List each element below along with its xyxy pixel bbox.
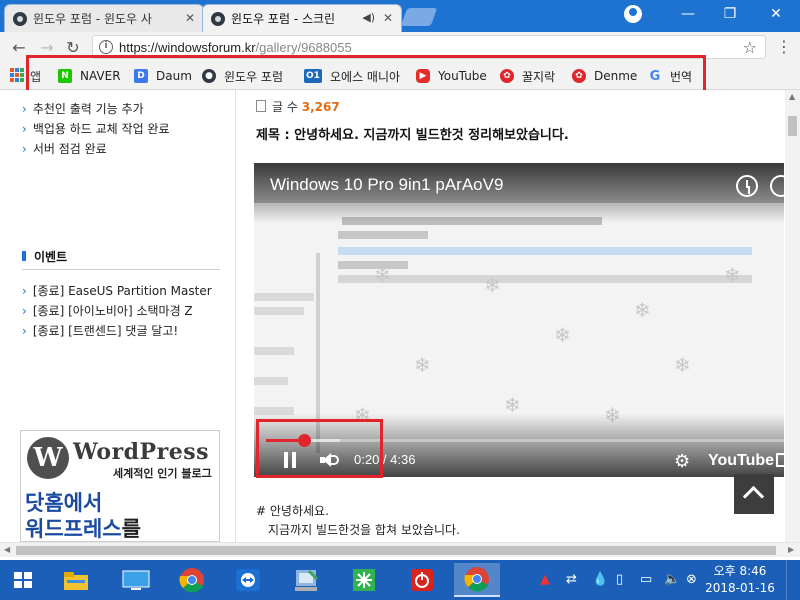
video-controls-highlight-box: [256, 419, 383, 478]
event-link[interactable]: [종료] [아이노비아] 소택마경 Z: [22, 302, 193, 319]
ad-headline-2: 워드프레스를: [25, 513, 141, 541]
document-icon: [256, 100, 266, 112]
windowsforum-favicon-icon: [13, 12, 27, 26]
video-title[interactable]: Windows 10 Pro 9in1 pArAoV9: [270, 175, 503, 195]
sidebar-notice-link[interactable]: 추천인 출력 기능 추가: [22, 100, 144, 117]
ad-headline-2a: 워드프레스: [25, 517, 122, 541]
taskbar: ▲ ⇄ 💧 ▯ ▭ 🔈 ⊗ 오후 8:46 2018-01-16: [0, 560, 800, 600]
event-link[interactable]: [종료] EaseUS Partition Master: [22, 282, 212, 299]
power-icon[interactable]: [402, 563, 442, 597]
teamviewer-icon[interactable]: [228, 563, 268, 597]
maximize-icon[interactable]: ❐: [710, 0, 750, 28]
clock-date: 2018-01-16: [705, 581, 775, 595]
post-count: 글 수 3,267: [256, 98, 340, 115]
youtube-logo[interactable]: YouTube: [708, 452, 774, 470]
show-desktop-button[interactable]: [786, 560, 800, 600]
post-count-label: 글 수: [272, 100, 298, 114]
vertical-scroll-thumb[interactable]: [788, 116, 797, 136]
ad-brand: WordPress: [73, 439, 209, 465]
watch-later-icon[interactable]: [736, 175, 758, 197]
url-host: https://windowsforum.kr: [119, 40, 256, 55]
tab-strip: 윈도우 포럼 - 윈도우 사 ✕ 윈도우 포럼 - 스크린 ◀) ✕ — ❐ ✕: [0, 0, 800, 32]
close-tab-icon[interactable]: ✕: [383, 11, 393, 25]
apps-icon[interactable]: [10, 68, 24, 82]
chrome-active-icon[interactable]: [454, 563, 500, 597]
start-icon[interactable]: [14, 572, 32, 588]
post-body-line: # 안녕하세요.: [256, 504, 329, 518]
close-window-icon[interactable]: ✕: [756, 0, 796, 28]
bookmark-star-icon[interactable]: ☆: [743, 38, 757, 57]
scroll-right-icon[interactable]: ▶: [788, 545, 794, 554]
close-circle-tray-icon[interactable]: ⊗: [686, 572, 697, 587]
sidebar-notice-link[interactable]: 백업용 하드 교체 작업 완료: [22, 120, 170, 137]
divider: [22, 269, 220, 270]
tab-windowsforum-1[interactable]: 윈도우 포럼 - 윈도우 사 ✕: [4, 4, 204, 32]
desktop-icon[interactable]: [116, 563, 156, 597]
info-icon[interactable]: i: [99, 40, 113, 54]
drop-tray-icon[interactable]: 💧: [592, 572, 608, 587]
horizontal-scroll-thumb[interactable]: [16, 546, 776, 555]
chrome-icon[interactable]: [172, 563, 212, 597]
network-tray-icon[interactable]: ⇄: [566, 572, 577, 587]
event-section-title: 이벤트: [22, 248, 67, 265]
wordpress-logo-icon: W: [27, 437, 69, 479]
post-title: 제목 : 안녕하세요. 지금까지 빌드한것 정리해보았습니다.: [256, 128, 569, 143]
post-body-line: 지금까지 빌드한것을 합쳐 보았습니다.: [268, 523, 460, 537]
fullscreen-icon[interactable]: [776, 453, 784, 467]
scroll-left-icon[interactable]: ◀: [4, 545, 10, 554]
windowsforum-favicon-icon: [211, 12, 225, 26]
minimize-icon[interactable]: —: [668, 0, 708, 28]
post-body: # 안녕하세요. 지금까지 빌드한것을 합쳐 보았습니다.: [256, 502, 460, 540]
volume-muted-tray-icon[interactable]: 🔈: [664, 572, 680, 587]
vertical-scrollbar[interactable]: ▲: [785, 90, 800, 542]
tray-app-icon[interactable]: ▲: [540, 572, 550, 587]
network-setup-icon[interactable]: [286, 563, 326, 597]
tab-windowsforum-2[interactable]: 윈도우 포럼 - 스크린 ◀) ✕: [202, 4, 402, 32]
horizontal-scrollbar[interactable]: ◀ ▶: [0, 542, 800, 557]
clock-time: 오후 8:46: [713, 564, 767, 578]
duration: 4:36: [390, 452, 416, 467]
sidebar: 추천인 출력 기능 추가 백업용 하드 교체 작업 완료 서버 점검 완료 이벤…: [0, 90, 236, 542]
scroll-to-top-button[interactable]: [734, 474, 774, 514]
url-text[interactable]: https://windowsforum.kr/gallery/9688055: [119, 40, 352, 55]
speaker-icon[interactable]: ◀): [362, 11, 375, 24]
sidebar-notice-link[interactable]: 서버 점검 완료: [22, 140, 107, 157]
battery-tray-icon[interactable]: ▭: [640, 572, 652, 587]
new-tab-button[interactable]: [400, 8, 438, 26]
web-page: 추천인 출력 기능 추가 백업용 하드 교체 작업 완료 서버 점검 완료 이벤…: [0, 90, 785, 542]
post-count-value: 3,267: [301, 100, 340, 114]
url-path: /gallery/9688055: [255, 40, 352, 55]
scroll-up-icon[interactable]: ▲: [789, 92, 795, 101]
tab-title: 윈도우 포럼 - 윈도우 사: [33, 12, 152, 26]
close-tab-icon[interactable]: ✕: [185, 11, 195, 25]
usb-tray-icon[interactable]: ▯: [616, 572, 623, 587]
ad-subtitle: 세계적인 인기 블로그: [113, 467, 212, 480]
menu-icon[interactable]: ⋮: [776, 37, 792, 56]
taskbar-clock[interactable]: 오후 8:46 2018-01-16: [704, 563, 776, 597]
wordpress-ad-banner[interactable]: W WordPress 세계적인 인기 블로그 닷홈에서 워드프레스를: [20, 430, 220, 542]
ad-headline-2b: 를: [121, 517, 141, 541]
gear-icon[interactable]: ⚙: [674, 451, 690, 472]
event-link[interactable]: [종료] [트랜센드] 댓글 달고!: [22, 322, 178, 339]
tab-title: 윈도우 포럼 - 스크린: [231, 12, 336, 26]
file-explorer-icon[interactable]: [56, 563, 96, 597]
network-adapter-icon[interactable]: [344, 563, 384, 597]
profile-icon[interactable]: [624, 5, 642, 23]
